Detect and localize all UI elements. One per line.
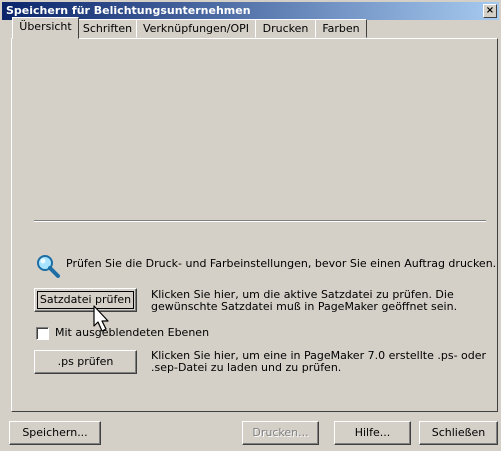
check-ps-button[interactable]: .ps prüfen: [34, 350, 137, 374]
window-title: Speichern für Belichtungsunternehmen: [6, 4, 251, 17]
hand-cursor-icon: [93, 305, 109, 332]
tab-colors[interactable]: Farben: [315, 19, 367, 38]
hidden-layers-checkbox[interactable]: [36, 327, 49, 340]
save-button[interactable]: Speichern...: [9, 421, 101, 445]
separator: [34, 220, 486, 222]
tab-print[interactable]: Drucken: [255, 19, 316, 38]
close-icon: ×: [485, 5, 495, 16]
close-button[interactable]: Schließen: [419, 421, 498, 445]
tab-overview[interactable]: Übersicht: [12, 17, 79, 39]
check-publication-desc-line2: gewünschte Satzdatei muß in PageMaker ge…: [151, 300, 458, 313]
check-publication-description: Klicken Sie hier, um die aktive Satzdate…: [151, 289, 457, 313]
help-button[interactable]: Hilfe...: [334, 421, 411, 445]
print-button[interactable]: Drucken...: [242, 421, 319, 445]
tab-links-opi[interactable]: Verknüpfungen/OPI: [136, 19, 256, 38]
tab-fonts[interactable]: Schriften: [78, 19, 137, 38]
dialog-window: Speichern für Belichtungsunternehmen × Ü…: [0, 0, 501, 451]
info-text: Prüfen Sie die Druck- und Farbeinstellun…: [66, 257, 497, 270]
check-ps-desc-line2: .sep-Datei zu laden und zu prüfen.: [151, 361, 342, 374]
check-publication-button[interactable]: Satzdatei prüfen: [34, 288, 137, 312]
check-ps-description: Klicken Sie hier, um eine in PageMaker 7…: [151, 350, 486, 374]
search-icon: [37, 255, 60, 278]
hidden-layers-label: Mit ausgeblendeten Ebenen: [55, 326, 210, 339]
close-window-button[interactable]: ×: [483, 4, 497, 18]
